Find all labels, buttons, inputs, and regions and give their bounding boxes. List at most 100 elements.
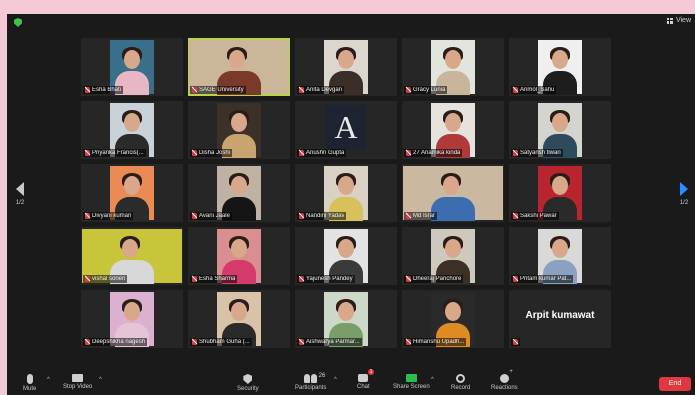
participant-name-bar: Esha Bhati [83,86,124,94]
participant-name: Priyanka Francis(... [92,150,144,156]
participant-tile[interactable]: Pritam kumar Pat... [509,227,611,285]
video-options-caret-icon[interactable]: ^ [99,377,102,383]
participant-name-bar: Yajunesh Pandey [297,275,355,283]
participant-name: Anushri Gupta [306,150,345,156]
participant-name: Esha Bhati [92,87,122,93]
participant-tile[interactable]: Anmol_Sahu [509,38,611,96]
muted-microphone-icon [513,276,518,282]
reactions-icon [499,369,513,383]
chat-icon: 1 [358,369,375,382]
participant-tile[interactable]: Esha Sharma [188,227,290,285]
share-options-caret-icon[interactable]: ^ [431,377,434,383]
participant-tile[interactable]: Priyanka Francis(... [81,101,183,159]
participant-tile[interactable]: 27 Anamika kinda [402,101,504,159]
mute-label: Mute [23,386,37,392]
muted-microphone-icon [406,150,411,156]
record-button[interactable]: Record [451,374,470,391]
participant-tile[interactable]: Yajunesh Pandey [295,227,397,285]
participant-tile[interactable]: Shubham Guha (... [188,290,290,348]
participant-name: Gracy Lunia [413,87,446,93]
participant-name-bar: Shubham Guha (... [190,338,252,346]
view-button[interactable]: View [666,17,691,24]
participant-name: Shubham Guha (... [199,339,250,345]
stop-video-button[interactable]: Stop Video [63,374,92,390]
muted-microphone-icon [85,339,90,345]
participant-tile[interactable]: Deepshikha nagesh [81,290,183,348]
muted-microphone-icon [513,150,518,156]
participant-tile[interactable]: Himanshu Upadh... [402,290,504,348]
participant-name: Divyani kumari [92,213,132,219]
participant-tile[interactable]: Dheeraj Panchore [402,227,504,285]
participant-tile[interactable]: Avani Jaale [188,164,290,222]
previous-page-button[interactable]: 1/2 [12,182,28,206]
muted-microphone-icon [85,213,90,219]
participant-tile[interactable]: SAGE University [188,38,290,96]
share-screen-label: Share Screen [393,384,430,390]
chevron-right-icon [680,182,688,196]
participant-name-bar: Pritam kumar Pat... [511,275,574,283]
muted-microphone-icon [85,150,90,156]
participant-name-bar [511,338,520,346]
muted-microphone-icon [299,213,304,219]
next-page-button[interactable]: 1/2 [676,182,692,206]
participant-tile[interactable]: Sakshi Pawar [509,164,611,222]
reactions-button[interactable]: Reactions [491,369,518,391]
muted-microphone-icon [406,213,411,219]
participant-name-bar: SAGE University [190,86,246,94]
participants-count: 26 [318,373,326,379]
participants-label: Participants [295,385,327,391]
participant-name: 27 Anamika kinda [413,150,461,156]
chat-label: Chat [357,384,370,390]
participants-button[interactable]: 26 Participants [295,373,327,391]
participant-tile[interactable]: Disha Joshi [188,101,290,159]
audio-options-caret-icon[interactable]: ^ [47,377,50,383]
muted-microphone-icon [406,87,411,93]
chevron-left-icon [16,182,24,196]
participant-name-bar: Gracy Lunia [404,86,448,94]
microphone-icon [26,374,33,384]
muted-microphone-icon [192,150,197,156]
record-label: Record [451,385,471,391]
participant-name-bar: 27 Anamika kinda [404,149,463,157]
participant-tile[interactable]: Md Israr [402,164,504,222]
participant-name: Himanshu Upadh... [413,339,465,345]
chat-button[interactable]: 1 Chat [357,369,375,390]
participant-tile[interactable]: Gracy Lunia [402,38,504,96]
participant-tile[interactable]: Nandini Yadav [295,164,397,222]
security-shield-icon[interactable] [14,18,22,27]
participant-tile[interactable]: Esha Bhati [81,38,183,96]
muted-microphone-icon [299,87,304,93]
participant-name-bar: Nandini Yadav [297,212,347,220]
participant-name-bar: Anushri Gupta [297,149,347,157]
participants-options-caret-icon[interactable]: ^ [334,377,337,383]
participant-name-bar: Disha Joshi [190,149,233,157]
participant-tile[interactable]: Arpit kumawat [509,290,611,348]
muted-microphone-icon [85,276,90,282]
security-label: Security [237,386,259,392]
participant-name: Avani Jaale [199,213,230,219]
participants-icon: 26 [303,373,325,383]
muted-microphone-icon [299,276,304,282]
participant-name: Nandini Yadav [306,213,345,219]
participant-tile[interactable]: A Anushri Gupta [295,101,397,159]
participant-tile[interactable]: vishal soneri [81,227,183,285]
participant-name-bar: Esha Sharma [190,275,238,283]
participant-name: Anita Devgan [306,87,343,93]
mute-button[interactable]: Mute [23,374,36,392]
participant-tile[interactable]: Divyani kumari [81,164,183,222]
participant-tile[interactable]: Satyansh tiwari [509,101,611,159]
muted-microphone-icon [192,87,197,93]
participant-name-bar: Priyanka Francis(... [83,149,146,157]
participant-name: Pritam kumar Pat... [520,276,572,282]
end-meeting-button[interactable]: End [659,377,691,391]
share-screen-button[interactable]: Share Screen [393,374,430,390]
security-button[interactable]: Security [237,374,259,392]
muted-microphone-icon [192,276,197,282]
share-screen-icon [405,374,417,382]
chat-badge: 1 [367,369,375,375]
participant-tile[interactable]: Anita Devgan [295,38,397,96]
participant-tile[interactable]: Aishwarya Parmar... [295,290,397,348]
participant-name: Yajunesh Pandey [306,276,353,282]
muted-microphone-icon [406,276,411,282]
muted-microphone-icon [513,87,518,93]
